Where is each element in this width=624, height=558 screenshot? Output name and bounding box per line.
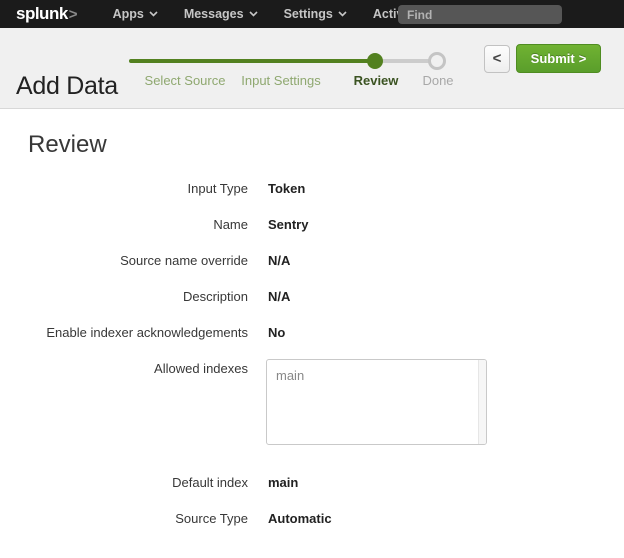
submit-button[interactable]: Submit >: [516, 44, 601, 73]
step-select-source[interactable]: Select Source: [145, 73, 226, 88]
review-rows: Input Type Token Name Sentry Source name…: [0, 179, 624, 528]
chevron-right-icon: >: [579, 51, 587, 66]
progress-dot-review: [367, 53, 383, 69]
progress-line-complete: [129, 59, 376, 63]
splunk-logo-text: splunk: [16, 4, 68, 24]
menu-settings[interactable]: Settings: [271, 0, 360, 28]
row-label: Source Type: [0, 509, 248, 528]
back-button[interactable]: <: [484, 45, 510, 73]
step-done: Done: [422, 73, 453, 88]
find-search-input[interactable]: [398, 5, 562, 24]
row-indexer-acknowledgements: Enable indexer acknowledgements No: [0, 323, 624, 342]
row-source-name-override: Source name override N/A: [0, 251, 624, 270]
wizard-header: Add Data Select Source Input Settings Re…: [0, 28, 624, 109]
menu-messages[interactable]: Messages: [171, 0, 271, 28]
page-title: Add Data: [16, 72, 118, 101]
menu-apps-label: Apps: [113, 7, 144, 21]
scrollbar-track[interactable]: [478, 360, 486, 444]
chevron-down-icon: [338, 11, 347, 17]
menu-messages-label: Messages: [184, 7, 244, 21]
chevron-down-icon: [249, 11, 258, 17]
row-value: N/A: [268, 287, 290, 306]
allowed-indexes-value: main: [267, 360, 486, 391]
row-value: Sentry: [268, 215, 308, 234]
row-label: Enable indexer acknowledgements: [0, 323, 248, 342]
row-value: No: [268, 323, 285, 342]
row-value: N/A: [268, 251, 290, 270]
menu-apps[interactable]: Apps: [100, 0, 171, 28]
chevron-down-icon: [149, 11, 158, 17]
row-name: Name Sentry: [0, 215, 624, 234]
row-description: Description N/A: [0, 287, 624, 306]
row-label: Allowed indexes: [0, 359, 248, 378]
row-label: Name: [0, 215, 248, 234]
row-input-type: Input Type Token: [0, 179, 624, 198]
row-allowed-indexes: Allowed indexes main: [0, 359, 624, 445]
row-value: Token: [268, 179, 305, 198]
row-label: Input Type: [0, 179, 248, 198]
step-input-settings[interactable]: Input Settings: [241, 73, 321, 88]
submit-button-label: Submit: [531, 51, 575, 66]
row-label: Default index: [0, 473, 248, 492]
review-heading: Review: [28, 130, 624, 160]
row-label: Description: [0, 287, 248, 306]
row-default-index: Default index main: [0, 473, 624, 492]
chevron-left-icon: <: [493, 50, 502, 67]
topbar: splunk > Apps Messages Settings Activity: [0, 0, 624, 28]
menu-settings-label: Settings: [284, 7, 333, 21]
progress-circle-done: [428, 52, 446, 70]
splunk-logo[interactable]: splunk >: [16, 4, 78, 24]
topbar-menu: Apps Messages Settings Activity: [100, 0, 445, 28]
review-panel: Review Input Type Token Name Sentry Sour…: [0, 110, 624, 545]
row-label: Source name override: [0, 251, 248, 270]
row-value: main: [268, 473, 298, 492]
allowed-indexes-listbox[interactable]: main: [266, 359, 487, 445]
row-source-type: Source Type Automatic: [0, 509, 624, 528]
step-review: Review: [354, 73, 399, 88]
splunk-logo-caret-icon: >: [69, 6, 78, 23]
row-value: Automatic: [268, 509, 332, 528]
